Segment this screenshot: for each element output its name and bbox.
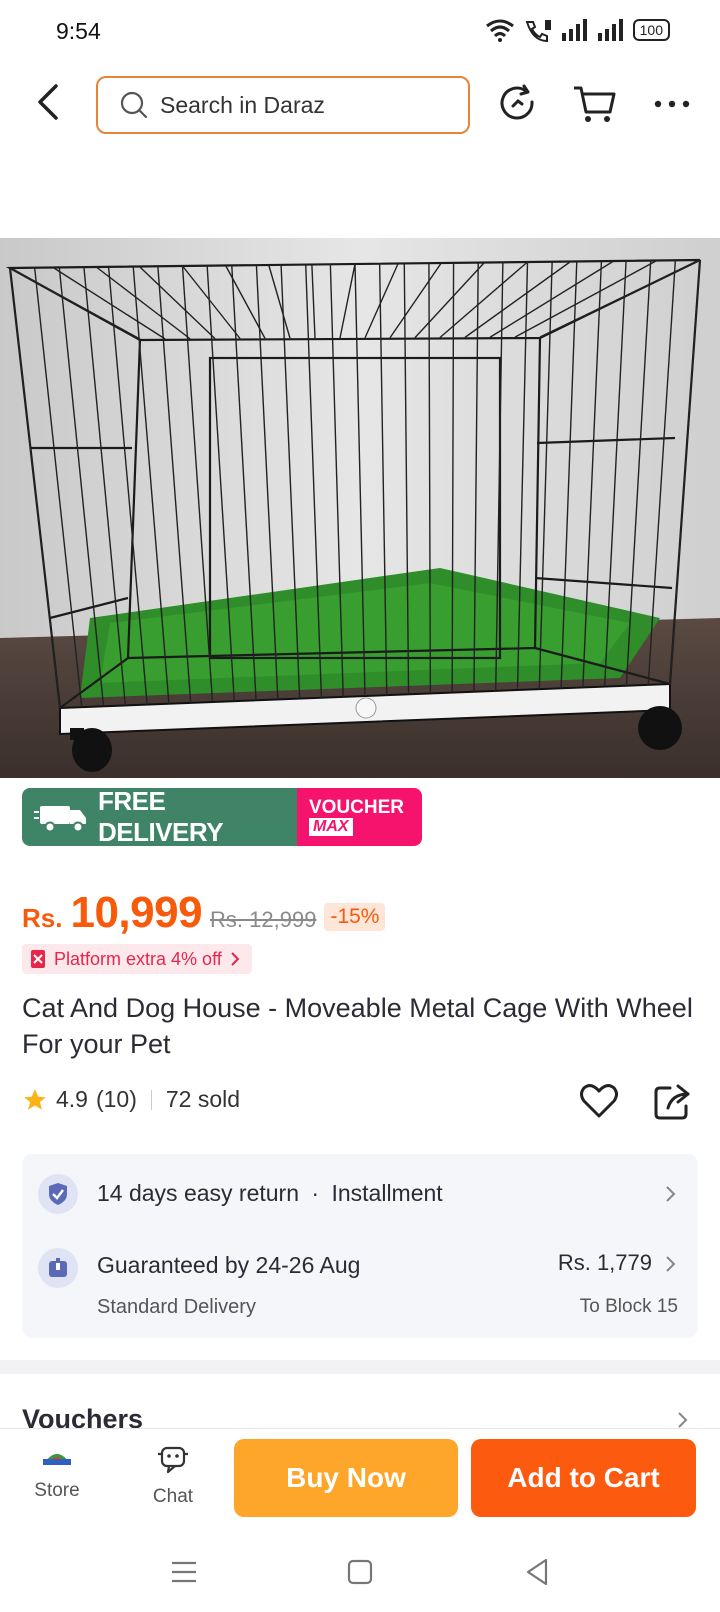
voucher-label: VOUCHER	[309, 797, 405, 818]
rating-row[interactable]: 4.9 (10) 72 sold	[22, 1086, 240, 1113]
delivery-type: Standard Delivery	[97, 1296, 256, 1318]
return-info: 14 days easy return · Installment	[97, 1180, 443, 1206]
product-image[interactable]	[0, 238, 720, 778]
sold-count: 72 sold	[165, 1086, 241, 1112]
coupon-icon	[31, 950, 45, 968]
back-nav-icon[interactable]	[520, 1554, 556, 1590]
search-placeholder: Search in Daraz	[160, 91, 325, 118]
star-icon	[24, 1088, 46, 1110]
platform-offer-tag[interactable]: Platform extra 4% off	[22, 944, 252, 974]
chat-button[interactable]: Chat	[128, 1445, 218, 1508]
discount-badge: -15%	[324, 903, 386, 931]
signal-icon-2	[597, 19, 623, 41]
status-bar: 9:54 100	[0, 0, 720, 64]
store-label: Store	[34, 1480, 80, 1501]
battery-icon: 100	[632, 19, 670, 41]
rating-value: 4.9	[56, 1086, 88, 1112]
menu-icon[interactable]	[166, 1554, 202, 1590]
status-time: 9:54	[56, 18, 101, 44]
chat-icon	[158, 1446, 188, 1474]
voucher-max-label: MAX	[309, 818, 353, 836]
product-title: Cat And Dog House - Moveable Metal Cage …	[22, 993, 693, 1059]
home-icon[interactable]	[342, 1554, 378, 1590]
chevron-right-icon	[231, 952, 240, 966]
store-button[interactable]: Store	[12, 1445, 102, 1502]
bottom-action-bar: Store Chat Buy Now Add to Cart	[0, 1428, 720, 1532]
heart-icon[interactable]	[578, 1080, 620, 1122]
price-currency: Rs.	[22, 903, 63, 933]
back-icon[interactable]	[28, 80, 72, 124]
add-to-cart-button[interactable]: Add to Cart	[471, 1439, 696, 1517]
delivery-truck-icon	[34, 806, 86, 833]
price-value: 10,999	[70, 888, 203, 937]
chevron-right-icon	[666, 1256, 676, 1272]
original-price: Rs. 12,999	[210, 907, 317, 932]
chevron-right-icon[interactable]	[676, 1410, 690, 1430]
wifi-icon	[485, 19, 514, 42]
delivery-box-icon	[38, 1248, 78, 1288]
price-row: Rs. 10,999 Rs. 12,999 -15%	[22, 888, 386, 938]
search-icon	[120, 91, 148, 119]
free-delivery-badge: FREE DELIVERY	[22, 788, 297, 846]
search-input[interactable]: Search in Daraz	[96, 76, 470, 134]
store-logo-icon	[43, 1454, 71, 1465]
promo-banner[interactable]: FREE DELIVERY VOUCHER MAX	[22, 788, 422, 846]
system-nav-bar	[0, 1532, 720, 1612]
top-nav: Search in Daraz	[0, 70, 720, 140]
divider	[150, 1089, 152, 1110]
section-divider	[0, 1360, 720, 1374]
review-count: (10)	[95, 1086, 137, 1112]
delivery-location: To Block 15	[579, 1296, 678, 1317]
chevron-right-icon	[666, 1186, 676, 1202]
cage-image	[0, 238, 720, 778]
share-icon[interactable]	[652, 1080, 694, 1122]
service-info-card: 14 days easy return · Installment Guaran…	[22, 1154, 698, 1338]
call-icon	[525, 20, 551, 42]
chat-label: Chat	[152, 1486, 194, 1507]
delivery-fee: Rs. 1,779	[557, 1250, 652, 1275]
delivery-guarantee: Guaranteed by 24-26 Aug	[97, 1252, 361, 1278]
more-icon[interactable]	[650, 82, 694, 126]
platform-offer-text: Platform extra 4% off	[54, 948, 222, 969]
return-row[interactable]: 14 days easy return · Installment	[22, 1154, 698, 1234]
shield-icon	[38, 1174, 78, 1214]
voucher-max-badge: VOUCHER MAX	[297, 788, 422, 846]
buy-now-button[interactable]: Buy Now	[234, 1439, 458, 1517]
cart-icon[interactable]	[572, 82, 616, 126]
status-icons: 100	[485, 18, 670, 42]
free-delivery-label: FREE DELIVERY	[97, 788, 224, 846]
signal-icon	[561, 19, 587, 41]
history-icon[interactable]	[496, 82, 540, 126]
delivery-row[interactable]: Guaranteed by 24-26 Aug Standard Deliver…	[22, 1234, 698, 1338]
